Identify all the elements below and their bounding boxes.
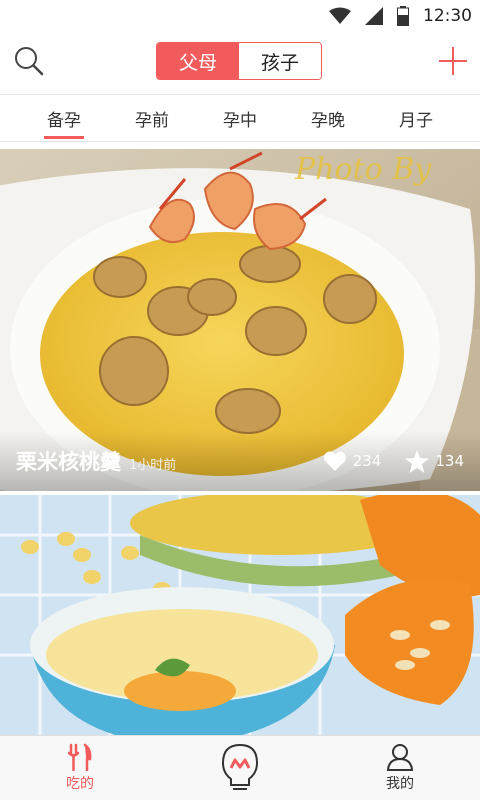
bottom-navigation: 吃的 我的	[0, 735, 480, 800]
tab-beiyun[interactable]: 备孕	[20, 95, 108, 141]
heart-icon	[323, 451, 346, 471]
status-bar: 12:30	[0, 0, 480, 32]
like-count: 234	[352, 452, 382, 470]
recipe-time: 1小时前	[129, 457, 177, 473]
stage-tabs: 备孕 孕前 孕中 孕晚 月子	[0, 94, 480, 142]
audience-switch: 父母 孩子	[156, 42, 322, 80]
top-header: 父母 孩子	[0, 32, 480, 94]
tab-yunzhong[interactable]: 孕中	[196, 95, 284, 141]
nav-me-label: 我的	[386, 776, 414, 792]
recipe-stats: 234 134	[305, 449, 464, 473]
tab-yunwan[interactable]: 孕晚	[284, 95, 372, 141]
search-button[interactable]	[12, 44, 46, 78]
favorite-count: 134	[435, 452, 464, 470]
utensils-icon	[67, 743, 92, 771]
favorite-stat[interactable]: 134	[405, 449, 464, 473]
recipe-card[interactable]: Photo By 栗米核桃羹 1小时前 234 134	[0, 149, 480, 491]
recipe-caption: 栗米核桃羹 1小时前 234 134	[0, 431, 480, 491]
recipe-title: 栗米核桃羹	[16, 450, 121, 474]
wifi-icon	[329, 7, 351, 24]
person-icon	[386, 744, 414, 771]
like-stat[interactable]: 234	[323, 450, 382, 472]
nav-eat-label: 吃的	[66, 776, 94, 792]
battery-icon	[397, 6, 409, 26]
nav-center[interactable]	[160, 736, 320, 800]
segment-parents[interactable]: 父母	[157, 43, 239, 79]
photo-watermark: Photo By	[294, 152, 432, 187]
tab-yuezi[interactable]: 月子	[372, 95, 460, 141]
segment-children[interactable]: 孩子	[239, 43, 321, 79]
lightbulb-icon	[221, 743, 259, 790]
star-icon	[405, 449, 430, 473]
add-button[interactable]	[436, 44, 470, 78]
signal-icon	[365, 7, 383, 25]
nav-eat[interactable]: 吃的	[0, 736, 160, 800]
recipe-photo	[0, 495, 480, 735]
status-time: 12:30	[423, 6, 472, 26]
tab-yunqian[interactable]: 孕前	[108, 95, 196, 141]
plus-icon	[439, 47, 467, 75]
search-icon	[15, 47, 44, 76]
nav-me[interactable]: 我的	[320, 736, 480, 800]
recipe-card[interactable]	[0, 495, 480, 735]
